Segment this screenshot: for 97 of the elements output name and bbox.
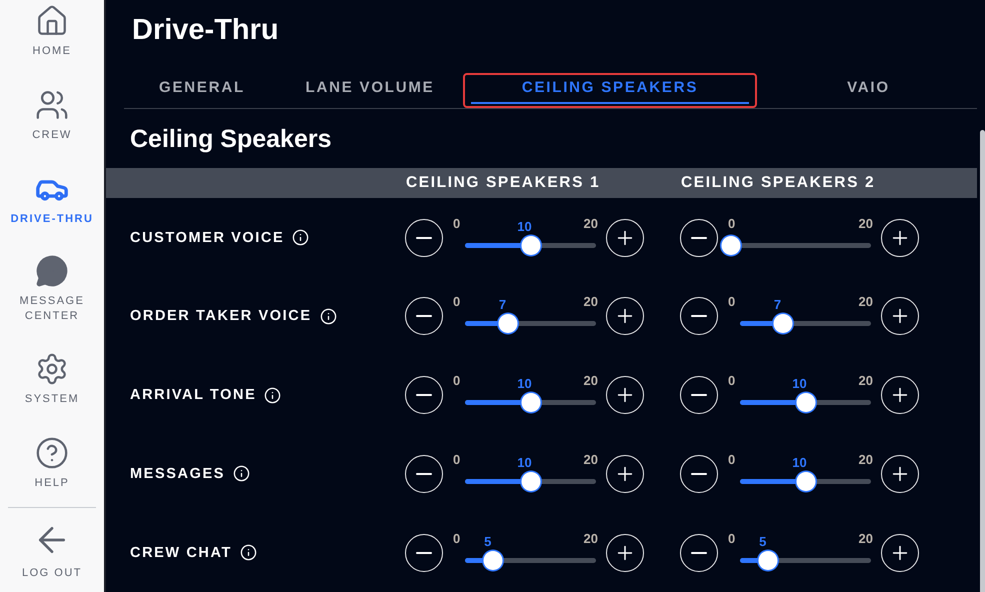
slider-value: 5 <box>484 534 492 549</box>
info-icon[interactable] <box>233 465 250 482</box>
slider-min-label: 0 <box>728 452 736 467</box>
minus-button[interactable] <box>680 534 718 572</box>
minus-button[interactable] <box>405 454 443 493</box>
slider-value: 7 <box>498 297 506 312</box>
plus-button[interactable] <box>881 297 919 336</box>
chat-bubble-icon <box>35 254 69 288</box>
minus-button[interactable] <box>405 534 443 572</box>
slider-min-label: 0 <box>728 294 736 310</box>
minus-button[interactable] <box>405 218 443 257</box>
plus-button[interactable] <box>606 218 644 257</box>
slider-max-label: 20 <box>858 294 873 310</box>
minus-icon <box>416 315 432 318</box>
slider-thumb[interactable] <box>721 236 740 255</box>
tab[interactable]: CEILING SPEAKERS <box>463 73 757 108</box>
slider-thumb[interactable] <box>796 472 815 491</box>
slider-min-label: 0 <box>453 294 460 310</box>
minus-icon <box>691 394 707 396</box>
slider-value: 5 <box>759 534 766 549</box>
minus-icon <box>691 315 707 318</box>
nav-item[interactable]: SYSTEM <box>24 338 80 422</box>
slider-thumb[interactable] <box>521 472 540 491</box>
column-header: CEILING SPEAKERS 2 <box>681 174 876 192</box>
minus-button[interactable] <box>680 218 718 257</box>
minus-button[interactable] <box>680 376 718 414</box>
slider-value: 7 <box>774 297 782 312</box>
slider-min-label: 0 <box>453 216 460 231</box>
minus-icon <box>691 552 707 554</box>
nav-item[interactable]: HOME <box>32 0 72 74</box>
section-title: Ceiling Speakers <box>130 125 332 154</box>
minus-button[interactable] <box>680 297 718 336</box>
minus-button[interactable] <box>405 297 443 336</box>
minus-icon <box>416 552 432 554</box>
plus-button[interactable] <box>606 534 644 572</box>
slider-max-label: 20 <box>584 294 598 310</box>
slider-min-label: 0 <box>728 216 736 231</box>
minus-button[interactable] <box>680 454 718 493</box>
slider-thumb[interactable] <box>774 314 792 334</box>
tab[interactable]: GENERAL <box>151 73 253 108</box>
slider-min-label: 0 <box>453 530 460 546</box>
slider-max-label: 20 <box>858 216 873 231</box>
plus-button[interactable] <box>606 454 644 493</box>
column-header: CEILING SPEAKERS 1 <box>406 174 602 192</box>
tab[interactable]: VAIO <box>839 73 898 108</box>
minus-icon <box>691 236 707 239</box>
slider-thumb[interactable] <box>521 236 540 255</box>
slider-thumb[interactable] <box>796 393 815 412</box>
plus-button[interactable] <box>881 534 919 572</box>
row-label: ORDER TAKER VOICE <box>130 308 312 324</box>
slider-max-label: 20 <box>584 452 598 467</box>
plus-button[interactable] <box>881 454 919 493</box>
row-label: CREW CHAT <box>130 544 232 561</box>
tab[interactable]: LANE VOLUME <box>298 73 442 108</box>
plus-button[interactable] <box>606 376 644 414</box>
slider-max-label: 20 <box>858 452 873 467</box>
slider-max-label: 20 <box>584 530 598 546</box>
minus-icon <box>416 472 432 475</box>
info-icon[interactable] <box>240 544 257 562</box>
logout-item[interactable]: LOG OUT <box>22 508 82 592</box>
slider-value: 10 <box>517 454 532 470</box>
minus-icon <box>416 394 432 396</box>
minus-icon <box>691 472 707 475</box>
slider-value: 10 <box>792 376 807 392</box>
slider-thumb[interactable] <box>484 550 502 570</box>
minus-icon <box>416 236 432 239</box>
row-label: MESSAGES <box>130 466 225 482</box>
nav-item[interactable]: CREW <box>32 74 72 158</box>
plus-button[interactable] <box>881 218 919 257</box>
slider-thumb[interactable] <box>758 550 778 570</box>
slider-max-label: 20 <box>858 530 873 546</box>
slider-thumb[interactable] <box>498 314 518 334</box>
plus-button[interactable] <box>606 297 644 336</box>
page-title: Drive-Thru <box>132 14 280 47</box>
slider-max-label: 20 <box>858 373 873 388</box>
slider-thumb[interactable] <box>521 393 540 412</box>
slider-min-label: 0 <box>728 373 736 388</box>
help-icon <box>35 436 69 470</box>
nav-item[interactable]: HELP <box>34 421 70 506</box>
info-icon[interactable] <box>264 386 282 404</box>
row-label: ARRIVAL TONE <box>130 387 256 404</box>
nav-item[interactable]: MESSAGE CENTER <box>0 241 104 338</box>
slider-min-label: 0 <box>453 373 460 388</box>
minus-button[interactable] <box>405 376 443 414</box>
slider-min-label: 0 <box>728 530 736 546</box>
slider-max-label: 20 <box>584 216 598 231</box>
plus-button[interactable] <box>881 376 919 414</box>
row-label: CUSTOMER VOICE <box>130 230 284 246</box>
slider-max-label: 20 <box>584 373 598 388</box>
slider-min-label: 0 <box>453 452 460 467</box>
slider-value: 10 <box>792 454 807 470</box>
info-icon[interactable] <box>320 308 337 325</box>
nav-item[interactable]: DRIVE-THRU <box>10 158 94 242</box>
slider-value: 10 <box>517 218 532 234</box>
info-icon[interactable] <box>292 229 310 246</box>
slider-value: 10 <box>517 376 532 392</box>
scrollbar[interactable] <box>980 130 985 592</box>
